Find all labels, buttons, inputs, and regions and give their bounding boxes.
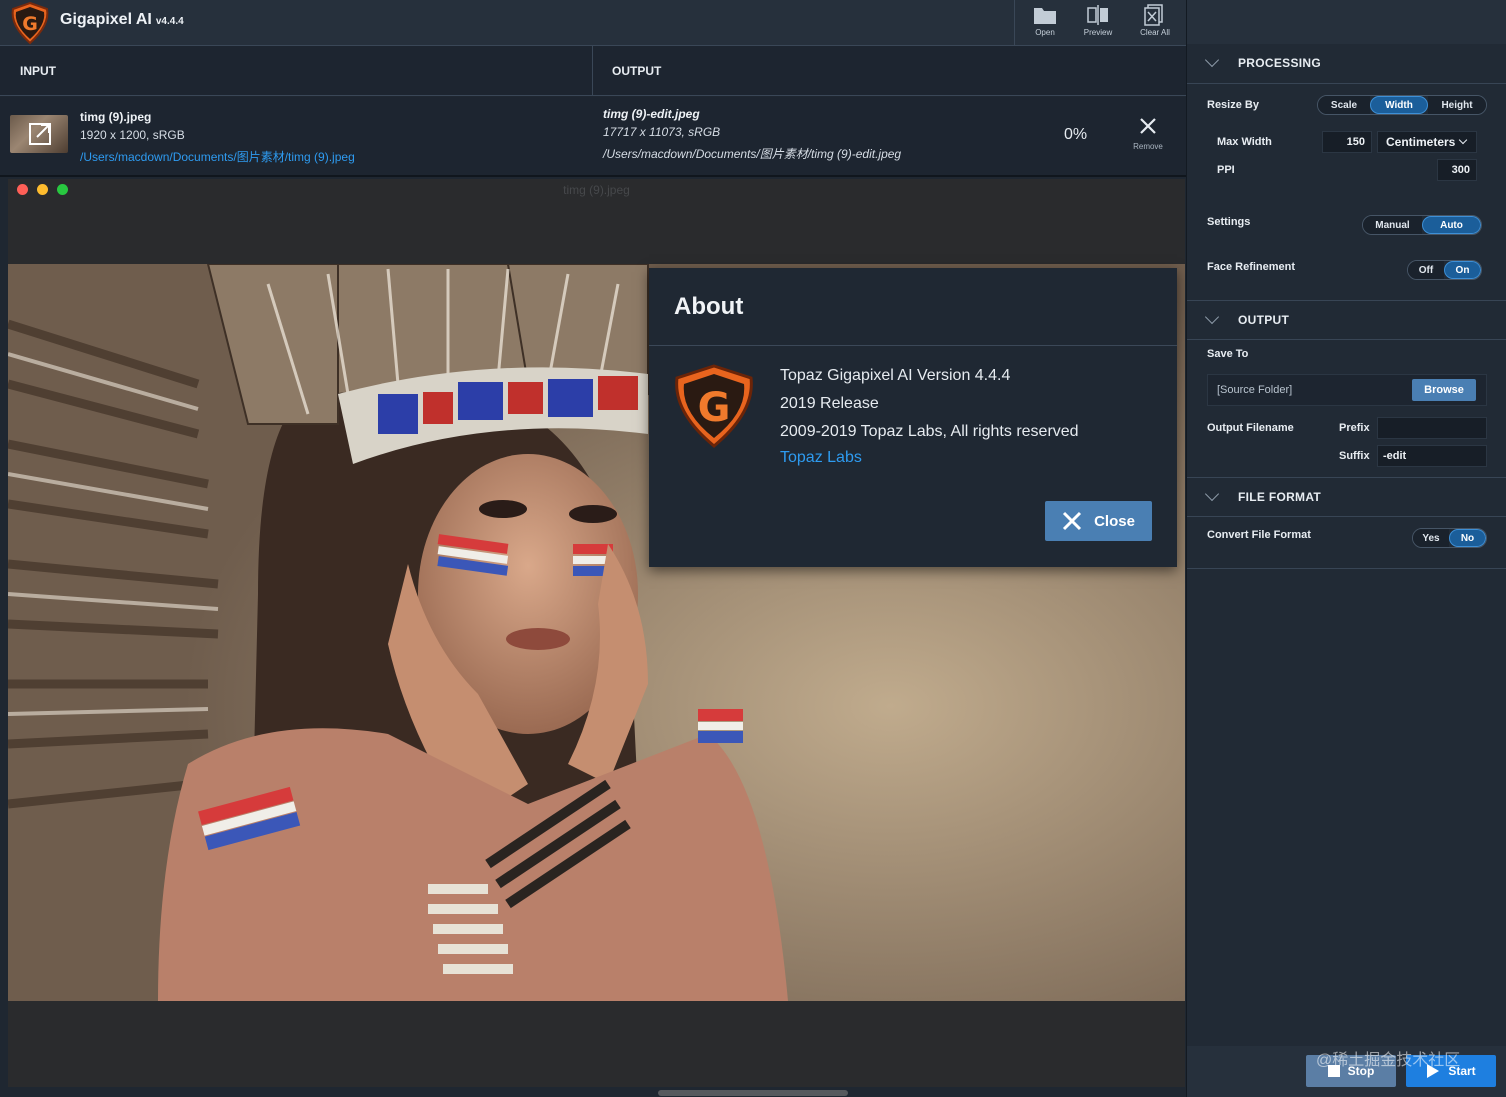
close-icon [1140, 118, 1156, 134]
about-release: 2019 Release [780, 395, 879, 412]
about-dialog: About G Topaz Gigapixel AI Version 4.4.4… [649, 268, 1177, 567]
app-title: Gigapixel AI v4.4.4 [60, 11, 184, 29]
close-x-icon [1063, 511, 1082, 531]
close-button[interactable]: Close [1045, 501, 1152, 541]
split-preview-icon [1087, 5, 1108, 25]
settings-label: Settings [1207, 216, 1251, 228]
open-external-icon [29, 123, 51, 145]
processing-title: PROCESSING [1238, 56, 1322, 70]
file-row[interactable]: timg (9).jpeg 1920 x 1200, sRGB /Users/m… [0, 97, 1186, 177]
horizontal-scrollbar[interactable] [658, 1090, 848, 1096]
face-on-option[interactable]: On [1443, 261, 1481, 279]
chevron-down-icon [1204, 486, 1220, 502]
output-filename-label: Output Filename [1207, 422, 1294, 434]
preview-label: Preview [1083, 28, 1113, 37]
panel-top-bar [1187, 0, 1506, 46]
face-refinement-toggle: Off On [1407, 260, 1482, 280]
column-divider [592, 46, 593, 96]
topaz-labs-link[interactable]: Topaz Labs [780, 449, 862, 467]
ppi-label: PPI [1217, 164, 1235, 176]
app-name: Gigapixel AI [60, 11, 152, 28]
input-thumbnail[interactable] [10, 115, 68, 153]
toolbar-divider [1014, 0, 1015, 46]
output-dimensions: 17717 x 11073, sRGB [603, 125, 721, 139]
settings-panel: PROCESSING Resize By Scale Width Height … [1186, 0, 1506, 1097]
save-to-value: [Source Folder] [1217, 384, 1293, 396]
face-refinement-label: Face Refinement [1207, 261, 1296, 273]
app-version: v4.4.4 [155, 16, 184, 27]
clear-all-icon [1144, 4, 1163, 26]
output-column-header: OUTPUT [612, 64, 662, 78]
about-version: Topaz Gigapixel AI Version 4.4.4 [780, 367, 1011, 384]
settings-toggle: Manual Auto [1362, 215, 1482, 235]
save-to-label: Save To [1207, 348, 1249, 360]
processing-section-header[interactable]: PROCESSING [1187, 44, 1506, 84]
settings-auto-option[interactable]: Auto [1421, 216, 1481, 234]
top-toolbar: G Gigapixel AI v4.4.4 Open Preview Clear … [0, 0, 1186, 46]
resize-by-label: Resize By [1207, 99, 1259, 111]
remove-button[interactable]: Remove [1128, 117, 1168, 151]
resize-height-option[interactable]: Height [1428, 96, 1486, 114]
resize-by-toggle: Scale Width Height [1317, 95, 1487, 115]
ppi-input[interactable]: 300 [1437, 159, 1477, 181]
clear-all-button[interactable]: Clear All [1126, 0, 1184, 46]
preview-button[interactable]: Preview [1069, 0, 1127, 46]
browse-button[interactable]: Browse [1412, 379, 1476, 401]
resize-scale-option[interactable]: Scale [1318, 96, 1370, 114]
svg-text:G: G [698, 385, 731, 431]
about-divider [649, 345, 1177, 346]
unit-select[interactable]: Centimeters [1377, 131, 1477, 153]
folder-icon [1034, 8, 1056, 24]
close-label: Close [1094, 512, 1135, 530]
input-column-header: INPUT [20, 64, 56, 78]
output-filename: timg (9)-edit.jpeg [603, 107, 700, 121]
remove-label: Remove [1133, 142, 1163, 151]
topaz-logo-icon: G [675, 364, 753, 448]
unit-value: Centimeters [1386, 135, 1456, 149]
max-width-input[interactable]: 150 [1322, 131, 1372, 153]
chevron-down-icon [1459, 135, 1468, 145]
about-copyright: 2009-2019 Topaz Labs, All rights reserve… [780, 423, 1079, 440]
resize-width-option[interactable]: Width [1370, 96, 1428, 114]
file-format-title: FILE FORMAT [1238, 490, 1322, 504]
input-path-link[interactable]: /Users/macdown/Documents/图片素材/timg (9).j… [80, 148, 355, 165]
watermark-text: @稀土掘金技术社区 [1316, 1052, 1461, 1069]
input-filename: timg (9).jpeg [80, 110, 152, 124]
gigapixel-logo-icon: G [11, 1, 49, 45]
output-path: /Users/macdown/Documents/图片素材/timg (9)-e… [603, 147, 902, 161]
clear-all-label: Clear All [1140, 28, 1170, 37]
convert-no-option[interactable]: No [1448, 529, 1486, 547]
convert-format-toggle: Yes No [1412, 528, 1487, 548]
input-dimensions: 1920 x 1200, sRGB [80, 128, 185, 142]
prefix-label: Prefix [1339, 422, 1370, 434]
chevron-down-icon [1204, 52, 1220, 68]
chevron-down-icon [1204, 309, 1220, 325]
prefix-input[interactable] [1377, 417, 1487, 439]
convert-format-label: Convert File Format [1207, 529, 1311, 541]
face-off-option[interactable]: Off [1408, 261, 1444, 279]
preview-window-title: timg (9).jpeg [563, 183, 630, 197]
open-button[interactable]: Open [1016, 0, 1074, 46]
about-title: About [674, 293, 744, 320]
suffix-label: Suffix [1339, 450, 1370, 462]
svg-text:G: G [22, 13, 38, 35]
output-title: OUTPUT [1238, 313, 1290, 327]
max-width-label: Max Width [1217, 136, 1272, 148]
save-to-field: [Source Folder] Browse [1207, 374, 1487, 406]
suffix-input[interactable]: -edit [1377, 445, 1487, 467]
convert-yes-option[interactable]: Yes [1413, 529, 1449, 547]
output-section-header[interactable]: OUTPUT [1187, 300, 1506, 340]
open-label: Open [1035, 28, 1055, 37]
settings-manual-option[interactable]: Manual [1363, 216, 1422, 234]
section-divider [1187, 568, 1506, 569]
file-list-header: INPUT OUTPUT [0, 46, 1186, 96]
progress-percent: 0% [1064, 126, 1088, 143]
file-format-section-header[interactable]: FILE FORMAT [1187, 477, 1506, 517]
